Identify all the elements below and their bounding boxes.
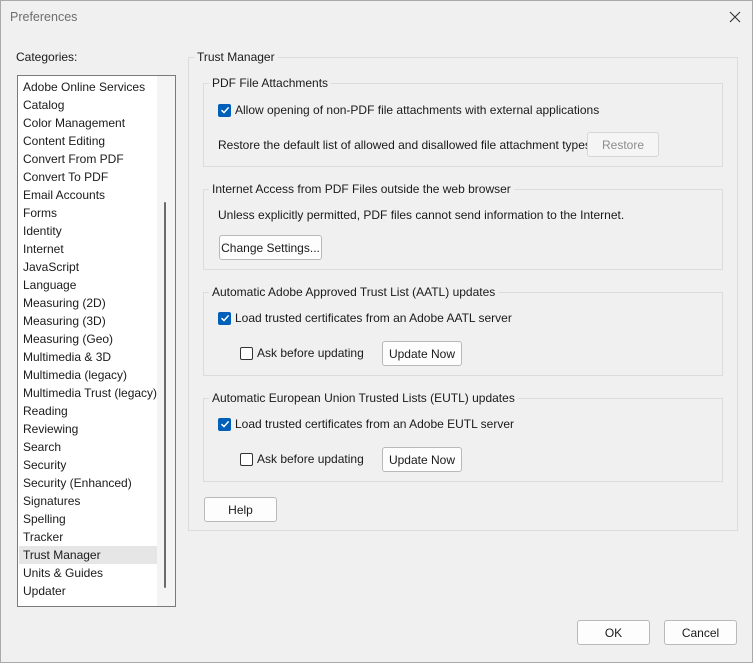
category-item[interactable]: Multimedia Trust (legacy) <box>19 384 157 402</box>
category-item[interactable]: Language <box>19 276 157 294</box>
internet-access-text: Unless explicitly permitted, PDF files c… <box>218 208 625 222</box>
check-icon <box>220 314 229 322</box>
category-item[interactable]: Email Accounts <box>19 186 157 204</box>
category-item[interactable]: Multimedia (legacy) <box>19 366 157 384</box>
eutl-ask-row[interactable]: Ask before updating <box>240 452 364 466</box>
category-item[interactable]: Forms <box>19 204 157 222</box>
category-item[interactable]: Color Management <box>19 114 157 132</box>
category-item[interactable]: Convert To PDF <box>19 168 157 186</box>
panel-title: Trust Manager <box>194 50 278 64</box>
category-item[interactable]: Updater <box>19 582 157 600</box>
check-icon <box>220 420 229 428</box>
category-item[interactable]: Spelling <box>19 510 157 528</box>
aatl-ask-row[interactable]: Ask before updating <box>240 346 364 360</box>
allow-attachments-row[interactable]: Allow opening of non-PDF file attachment… <box>218 103 599 117</box>
check-icon <box>220 106 229 114</box>
category-item[interactable]: Measuring (Geo) <box>19 330 157 348</box>
aatl-load-row[interactable]: Load trusted certificates from an Adobe … <box>218 311 512 325</box>
scrollbar-thumb[interactable] <box>164 202 166 588</box>
aatl-update-now-button[interactable]: Update Now <box>382 341 462 366</box>
eutl-group <box>203 398 723 482</box>
eutl-load-label: Load trusted certificates from an Adobe … <box>235 417 515 431</box>
attachments-title: PDF File Attachments <box>209 76 332 90</box>
aatl-group <box>203 292 723 376</box>
category-item[interactable]: Content Editing <box>19 132 157 150</box>
category-item[interactable]: Search <box>19 438 157 456</box>
category-item[interactable]: Measuring (2D) <box>19 294 157 312</box>
category-item[interactable]: Adobe Online Services <box>19 78 157 96</box>
category-item[interactable]: Reading <box>19 402 157 420</box>
eutl-ask-label: Ask before updating <box>257 452 364 466</box>
ok-button[interactable]: OK <box>577 620 650 645</box>
categories-list[interactable]: Adobe Online Services Catalog Color Manage… <box>17 75 176 607</box>
window-title: Preferences <box>10 10 78 24</box>
category-item[interactable]: Internet <box>19 240 157 258</box>
allow-attachments-checkbox[interactable] <box>218 103 231 117</box>
title-bar[interactable]: Preferences <box>1 1 752 33</box>
category-item[interactable]: Tracker <box>19 528 157 546</box>
category-item[interactable]: Identity <box>19 222 157 240</box>
help-button[interactable]: Help <box>204 497 277 522</box>
category-item[interactable]: Multimedia & 3D <box>19 348 157 366</box>
internet-access-title: Internet Access from PDF Files outside t… <box>209 182 514 196</box>
category-item[interactable]: Catalog <box>19 96 157 114</box>
category-item[interactable]: Units & Guides <box>19 564 157 582</box>
category-item[interactable]: Measuring (3D) <box>19 312 157 330</box>
aatl-load-label: Load trusted certificates from an Adobe … <box>235 311 512 325</box>
close-icon <box>729 11 741 23</box>
allow-attachments-label: Allow opening of non-PDF file attachment… <box>235 103 600 117</box>
eutl-ask-checkbox[interactable] <box>240 452 253 466</box>
category-item[interactable]: Security (Enhanced) <box>19 474 157 492</box>
category-item[interactable]: Trust Manager <box>19 546 157 564</box>
aatl-load-checkbox[interactable] <box>218 311 231 325</box>
categories-scrollbar[interactable] <box>157 76 175 606</box>
category-item[interactable]: Security <box>19 456 157 474</box>
category-item[interactable]: Convert From PDF <box>19 150 157 168</box>
eutl-load-checkbox[interactable] <box>218 417 231 431</box>
restore-text: Restore the default list of allowed and … <box>218 138 595 152</box>
category-item[interactable]: Signatures <box>19 492 157 510</box>
cancel-button[interactable]: Cancel <box>664 620 737 645</box>
eutl-load-row[interactable]: Load trusted certificates from an Adobe … <box>218 417 514 431</box>
category-item[interactable]: JavaScript <box>19 258 157 276</box>
eutl-update-now-button[interactable]: Update Now <box>382 447 462 472</box>
aatl-title: Automatic Adobe Approved Trust List (AAT… <box>209 285 499 299</box>
restore-button[interactable]: Restore <box>587 132 659 157</box>
aatl-ask-checkbox[interactable] <box>240 346 253 360</box>
aatl-ask-label: Ask before updating <box>257 346 364 360</box>
preferences-dialog: Preferences Categories: Adobe Online Ser… <box>0 0 753 663</box>
category-item[interactable]: Reviewing <box>19 420 157 438</box>
categories-label: Categories: <box>16 50 78 64</box>
close-button[interactable] <box>722 5 748 29</box>
change-settings-button[interactable]: Change Settings... <box>219 235 322 260</box>
eutl-title: Automatic European Union Trusted Lists (… <box>209 391 518 405</box>
